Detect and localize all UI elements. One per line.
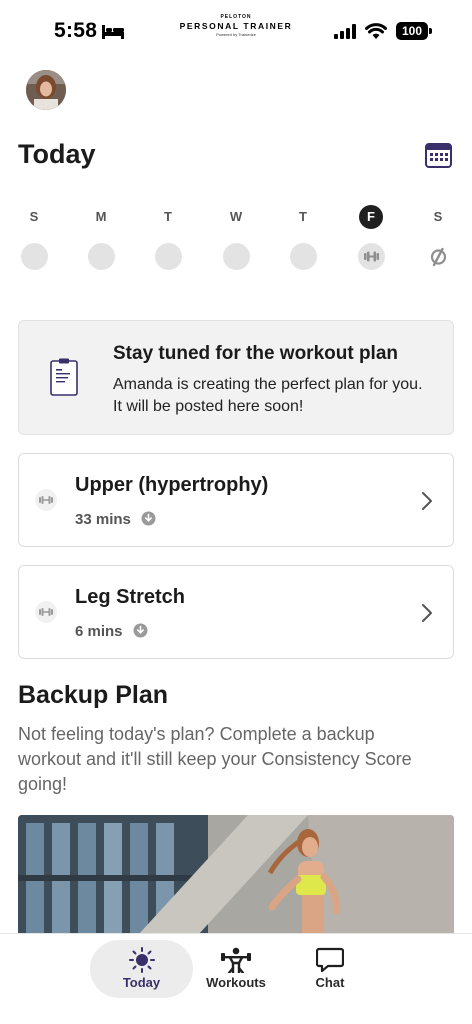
page-title: Today	[18, 139, 96, 169]
day-friday[interactable]: F	[354, 205, 388, 270]
brand-top-text: PELOTON	[220, 14, 252, 20]
backup-plan-description: Not feeling today's plan? Complete a bac…	[18, 724, 412, 794]
battery-indicator: 100	[396, 22, 432, 40]
day-sunday[interactable]: S	[17, 205, 51, 270]
workout-duration: 33 mins	[75, 511, 131, 528]
week-strip: S M T W T F S	[0, 205, 472, 275]
workout-card[interactable]: Upper (hypertrophy) 33 mins	[18, 453, 454, 547]
tab-label: Today	[122, 975, 161, 990]
day-letter: T	[299, 209, 307, 224]
day-letter: W	[229, 209, 243, 224]
runner-photo	[18, 815, 454, 935]
download-icon[interactable]	[133, 623, 148, 638]
wifi-icon	[365, 23, 387, 39]
cellular-signal-icon	[334, 24, 356, 39]
tab-chat[interactable]: Chat	[290, 940, 370, 998]
battery-level: 100	[396, 22, 428, 40]
backup-plan-title: Backup Plan	[18, 681, 169, 709]
battery-tip	[429, 28, 432, 34]
chevron-right-icon	[422, 492, 432, 510]
day-marker	[20, 243, 48, 270]
info-card-body: Amanda is creating the perfect plan for …	[113, 376, 423, 415]
day-tuesday[interactable]: T	[151, 205, 185, 270]
day-monday[interactable]: M	[84, 205, 118, 270]
calendar-icon[interactable]	[425, 141, 452, 168]
workout-meta: 6 mins	[75, 623, 148, 640]
tab-today[interactable]: Today	[90, 940, 193, 998]
weightlifter-icon	[221, 947, 251, 973]
workout-meta: 33 mins	[75, 511, 156, 528]
bottom-tab-bar: Today Workouts Chat	[0, 933, 472, 1024]
backup-workout-image[interactable]	[18, 815, 454, 935]
day-letter: S	[29, 209, 39, 224]
workout-plan-pending-card: Stay tuned for the workout plan Amanda i…	[18, 320, 454, 435]
day-letter: M	[95, 209, 107, 224]
day-marker	[357, 243, 385, 270]
day-thursday[interactable]: T	[286, 205, 320, 270]
chat-bubble-icon	[316, 947, 344, 973]
day-saturday[interactable]: S	[421, 205, 455, 270]
day-letter: T	[164, 209, 172, 224]
tab-label: Chat	[315, 975, 345, 990]
clipboard-icon	[50, 358, 78, 396]
day-marker	[425, 243, 452, 270]
info-card-title: Stay tuned for the workout plan	[113, 343, 399, 364]
day-wednesday[interactable]: W	[219, 205, 253, 270]
sun-icon	[128, 947, 155, 973]
tab-label: Workouts	[206, 975, 266, 990]
chevron-right-icon	[422, 604, 432, 622]
status-bar: 5:58 PELOTON PERSONAL TRAINER Powered by…	[0, 0, 472, 62]
day-marker	[222, 243, 250, 270]
day-letter-selected: F	[359, 205, 383, 229]
day-marker	[87, 243, 115, 270]
dumbbell-icon	[35, 601, 57, 623]
download-icon[interactable]	[141, 511, 156, 526]
profile-avatar[interactable]	[26, 70, 66, 110]
peloton-logo-icon	[430, 247, 446, 267]
day-marker	[289, 243, 317, 270]
dumbbell-icon	[35, 489, 57, 511]
avatar-photo	[26, 70, 66, 110]
day-letter: S	[433, 209, 443, 224]
workout-card[interactable]: Leg Stretch 6 mins	[18, 565, 454, 659]
workout-title: Upper (hypertrophy)	[75, 474, 269, 496]
dumbbell-icon	[363, 251, 379, 262]
workout-title: Leg Stretch	[75, 586, 186, 608]
tab-workouts[interactable]: Workouts	[196, 940, 276, 998]
day-marker	[154, 243, 182, 270]
workout-duration: 6 mins	[75, 623, 123, 640]
